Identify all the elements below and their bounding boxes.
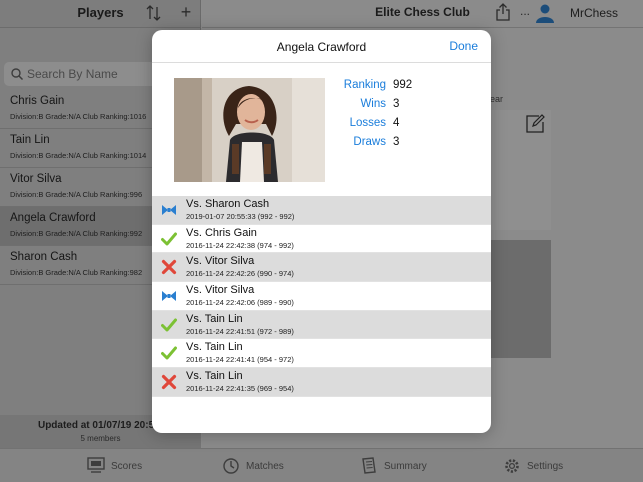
match-detail: 2016-11-24 22:42:06 (989 - 990) <box>186 298 294 308</box>
match-opponent: Vs. Vitor Silva <box>186 284 255 297</box>
search-placeholder: Search By Name <box>27 67 118 81</box>
stat-label: Ranking <box>343 79 386 91</box>
match-opponent: Vs. Tain Lin <box>186 341 243 354</box>
match-opponent: Vs. Sharon Cash <box>186 198 270 210</box>
tab-label: Settings <box>527 461 564 472</box>
stat-losses: Losses 4 <box>327 115 447 134</box>
match-row[interactable]: Vs. Vitor Silva 2016-11-24 22:42:26 (990… <box>152 253 491 283</box>
player-detail-modal: Angela Crawford Done Ranking 992 Wins 3 <box>152 30 491 433</box>
clock-icon <box>223 458 239 474</box>
modal-header: Angela Crawford Done <box>152 30 491 63</box>
members-count: 5 members <box>80 434 121 443</box>
main-header: Elite Chess Club ... MrChess <box>202 0 643 28</box>
tab-label: Summary <box>384 461 427 472</box>
more-icon[interactable]: ... <box>520 4 530 18</box>
player-photo-image <box>174 78 325 182</box>
win-check-icon <box>161 318 177 332</box>
match-detail: 2016-11-24 22:41:41 (954 - 972) <box>186 355 294 365</box>
share-icon[interactable] <box>495 3 511 21</box>
tab-label: Scores <box>111 461 143 472</box>
match-opponent: Vs. Tain Lin <box>186 312 243 325</box>
loss-cross-icon <box>161 375 177 390</box>
stat-label: Wins <box>360 98 386 110</box>
gear-icon <box>505 459 519 473</box>
add-player-icon[interactable]: + <box>176 2 196 22</box>
players-title: Players <box>77 5 124 20</box>
match-detail: 2019-01-07 20:55:33 (992 - 992) <box>186 212 295 221</box>
players-header: Players + <box>0 0 200 28</box>
tab-label: Matches <box>246 461 284 472</box>
user-name[interactable]: MrChess <box>570 6 618 20</box>
stat-wins: Wins 3 <box>327 96 447 115</box>
match-detail: 2016-11-24 22:42:26 (990 - 974) <box>186 269 294 279</box>
match-row[interactable]: Vs. Tain Lin 2016-11-24 22:41:35 (969 - … <box>152 368 491 397</box>
stat-label: Losses <box>349 117 386 129</box>
sort-icon[interactable] <box>144 3 164 23</box>
match-row[interactable]: Vs. Tain Lin 2016-11-24 22:41:41 (954 - … <box>152 339 491 369</box>
win-check-icon <box>161 346 177 360</box>
player-stats: Ranking 992 Wins 3 Losses 4 Draws 3 <box>327 77 447 153</box>
match-opponent: Vs. Tain Lin <box>186 370 243 383</box>
summary-icon <box>362 457 376 474</box>
edit-icon[interactable] <box>525 114 545 134</box>
match-row[interactable]: Vs. Sharon Cash 2019-01-07 20:55:33 (992… <box>152 196 491 225</box>
loss-cross-icon <box>161 260 177 275</box>
stat-value: 4 <box>393 117 400 129</box>
stat-value: 3 <box>393 136 400 148</box>
match-opponent: Vs. Chris Gain <box>186 226 257 239</box>
match-detail: 2016-11-24 22:41:35 (969 - 954) <box>186 384 294 394</box>
detail-card <box>491 240 551 358</box>
match-row[interactable]: Vs. Tain Lin 2016-11-24 22:41:51 (972 - … <box>152 310 491 340</box>
modal-title: Angela Crawford <box>276 40 367 54</box>
scoreboard-icon <box>87 457 105 473</box>
draw-icon <box>162 291 176 302</box>
draw-icon <box>162 205 176 215</box>
match-row[interactable]: Vs. Chris Gain 2016-11-24 22:42:38 (974 … <box>152 224 491 254</box>
win-check-icon <box>161 232 177 246</box>
stat-label: Draws <box>353 136 386 148</box>
match-detail: 2016-11-24 22:42:38 (974 - 992) <box>186 240 294 250</box>
done-button[interactable]: Done <box>449 39 478 53</box>
stat-value: 992 <box>393 79 413 91</box>
match-history-list: Vs. Sharon Cash 2019-01-07 20:55:33 (992… <box>152 196 491 397</box>
stat-value: 3 <box>393 98 400 110</box>
stat-draws: Draws 3 <box>327 134 447 153</box>
match-row[interactable]: Vs. Vitor Silva 2016-11-24 22:42:06 (989… <box>152 282 491 311</box>
tab-bar: Scores Matches Summary Settings <box>0 448 643 482</box>
user-icon[interactable] <box>535 3 555 23</box>
player-photo <box>174 78 325 182</box>
match-detail: 2016-11-24 22:41:51 (972 - 989) <box>186 326 294 336</box>
search-icon <box>11 68 24 81</box>
stat-ranking: Ranking 992 <box>327 77 447 96</box>
match-opponent: Vs. Vitor Silva <box>186 255 255 268</box>
